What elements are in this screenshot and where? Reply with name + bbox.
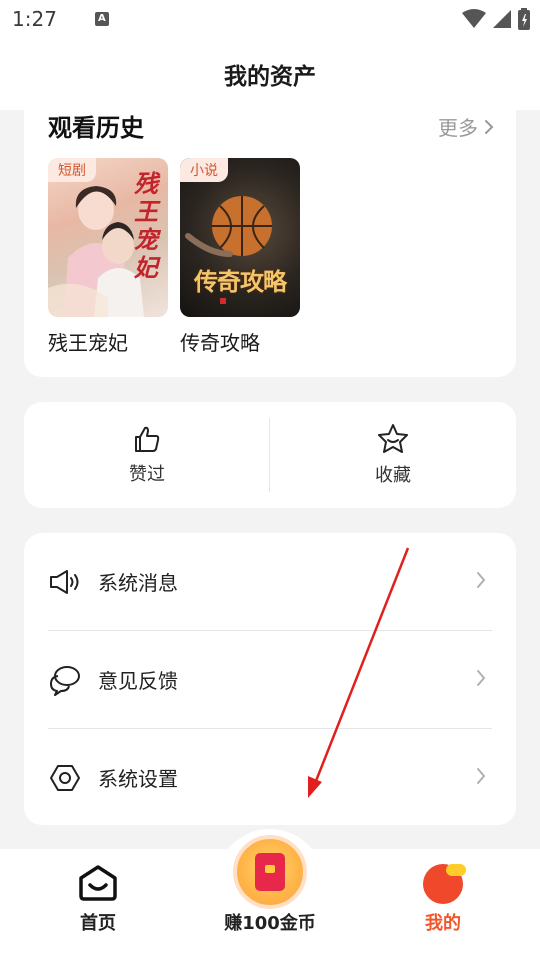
cover-title-art: 传奇攻略 xyxy=(194,268,287,296)
nav-me-label: 我的 xyxy=(425,913,461,934)
category-tag: 短剧 xyxy=(48,158,96,182)
liked-label: 赞过 xyxy=(129,464,165,485)
red-envelope-icon xyxy=(255,853,285,891)
likes-favorites-card: 赞过 收藏 xyxy=(24,402,516,508)
page-title: 我的资产 xyxy=(224,64,316,90)
chevron-right-icon xyxy=(477,572,486,588)
more-link[interactable]: 更多 xyxy=(438,112,494,141)
cover-title-art: 残王宠妃 xyxy=(134,169,158,282)
chevron-right-icon xyxy=(485,119,494,134)
liked-button[interactable]: 赞过 xyxy=(24,402,270,508)
category-tag: 小说 xyxy=(180,158,228,182)
nav-home[interactable]: 首页 xyxy=(8,849,188,960)
watch-history-title: 观看历史 xyxy=(48,114,144,142)
chevron-right-icon xyxy=(477,768,486,784)
history-item[interactable]: 传奇攻略 小说 传奇攻略 xyxy=(180,158,300,356)
status-time: 1:27 xyxy=(12,7,57,31)
history-item[interactable]: 残王宠妃 短剧 残王宠妃 xyxy=(48,158,168,356)
chat-bubbles-icon xyxy=(48,663,82,697)
avatar-badge xyxy=(446,864,466,876)
favorites-label: 收藏 xyxy=(375,465,411,486)
menu-item-label: 系统设置 xyxy=(98,767,178,791)
more-label: 更多 xyxy=(438,116,478,140)
menu-item-label: 系统消息 xyxy=(98,571,178,595)
favorites-button[interactable]: 收藏 xyxy=(270,402,516,508)
megaphone-icon xyxy=(48,565,82,599)
status-bar: 1:27 A xyxy=(0,0,540,38)
settings-hexagon-icon xyxy=(48,761,82,795)
book-title[interactable]: 残王宠妃 xyxy=(48,327,168,356)
chevron-right-icon xyxy=(477,670,486,686)
settings-menu-card: 系统消息 意见反馈 系统设置 xyxy=(24,533,516,825)
battery-icon xyxy=(518,8,530,30)
menu-item-system-messages[interactable]: 系统消息 xyxy=(48,533,492,630)
status-icons xyxy=(462,8,530,30)
watch-history-card: 观看历史 更多 残王宠妃 短剧 残王宠妃 传奇攻略 小说 传奇攻略 xyxy=(24,92,516,377)
book-title[interactable]: 传奇攻略 xyxy=(180,327,300,356)
nav-home-label: 首页 xyxy=(80,913,116,934)
thumbs-up-icon xyxy=(135,426,160,452)
menu-item-label: 意见反馈 xyxy=(98,669,178,693)
home-icon xyxy=(79,865,117,901)
menu-item-feedback[interactable]: 意见反馈 xyxy=(48,631,492,728)
book-cover[interactable]: 残王宠妃 短剧 xyxy=(48,158,168,317)
wifi-icon xyxy=(462,9,486,28)
menu-item-system-settings[interactable]: 系统设置 xyxy=(48,729,492,826)
notification-a-icon: A xyxy=(94,12,109,26)
earn-coins-button[interactable] xyxy=(233,835,307,909)
signal-icon xyxy=(493,10,511,28)
book-cover[interactable]: 传奇攻略 小说 xyxy=(180,158,300,317)
star-icon xyxy=(378,424,408,453)
nav-earn-coins-label: 赚100金币 xyxy=(224,913,316,934)
